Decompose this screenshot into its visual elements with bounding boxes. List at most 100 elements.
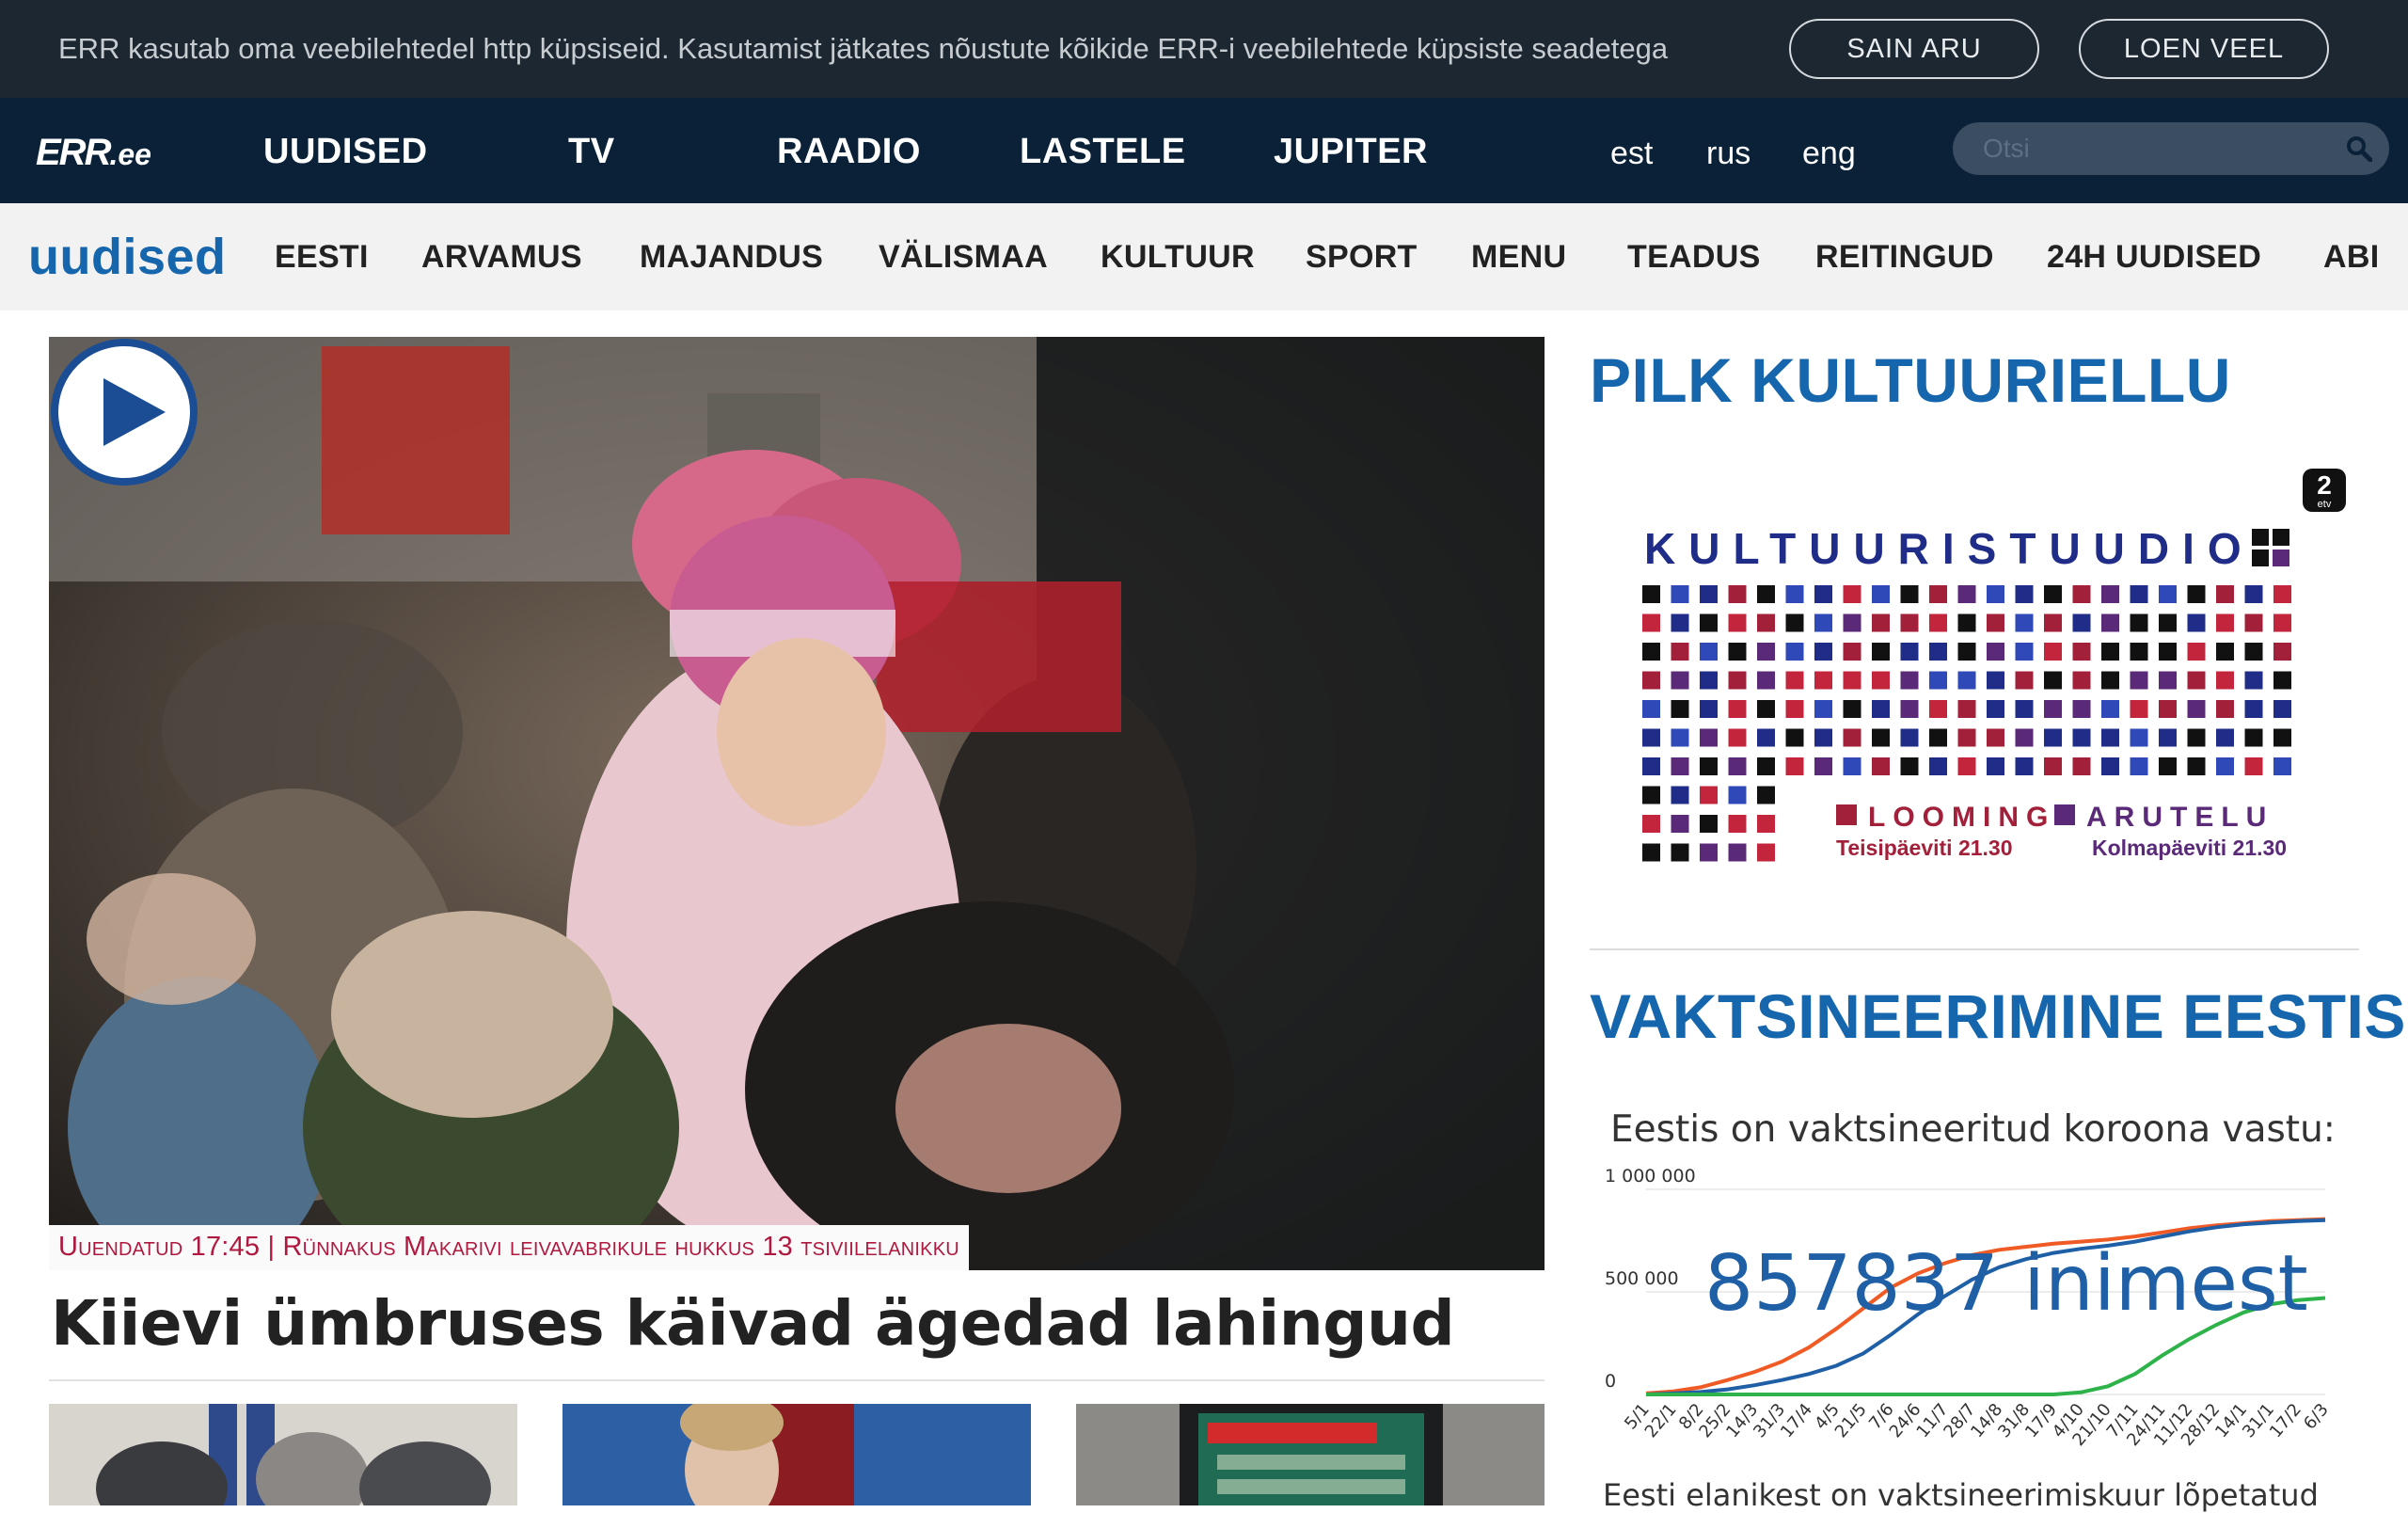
section-brand-uudised[interactable]: uudised [28,228,227,286]
pattern-square [1814,700,1832,718]
section-navigation: uudised EESTI ARVAMUS MAJANDUS VÄLISMAA … [0,203,2408,311]
pattern-square [1814,613,1832,632]
pattern-square [1671,728,1689,747]
pattern-square [2252,529,2269,546]
pattern-square [2244,671,2263,690]
nav-item-uudised[interactable]: UUDISED [263,132,428,172]
promo-tag-looming-label: LOOMING [1868,802,2056,833]
hero-headline[interactable]: Kiievi ümbruses käivad ägedad lahingud [51,1287,1455,1360]
pattern-square [1900,585,1919,603]
pattern-square [1700,643,1718,661]
pattern-square [1987,700,2004,718]
lang-rus[interactable]: rus [1706,135,1751,172]
pattern-square [2216,643,2234,661]
y-tick-label: 1 000 000 [1605,1166,1696,1187]
pattern-square [1700,843,1718,862]
pattern-square [2216,757,2234,775]
pattern-square [2044,757,2062,775]
pattern-square [2216,700,2234,718]
pattern-square [2187,671,2206,690]
article-thumbnail[interactable] [49,1404,517,1505]
pattern-square [2015,671,2034,690]
pattern-square [1757,585,1775,603]
pattern-square [2015,757,2034,775]
divider [49,1379,1545,1381]
pattern-square [1757,728,1775,747]
article-thumbnail[interactable] [562,1404,1031,1505]
subnav-item-arvamus[interactable]: ARVAMUS [421,239,582,276]
lang-eng[interactable]: eng [1802,135,1856,172]
subnav-item-kultuur[interactable]: KULTUUR [1101,239,1255,276]
pattern-square [1814,643,1832,661]
search-input[interactable] [1983,132,2340,166]
pattern-square [1671,671,1689,690]
article-thumbnail-image [1076,1404,1545,1505]
pattern-square [2273,700,2291,718]
pattern-square [2130,728,2148,747]
logo-suffix: .ee [109,137,151,171]
pattern-square [2187,728,2206,747]
pattern-square [1843,700,1861,718]
promo-tag-looming: LOOMING [1836,802,2055,834]
pattern-square [1785,643,1804,661]
pattern-square [2187,757,2206,775]
pattern-square [1814,585,1832,603]
subnav-item-teadus[interactable]: TEADUS [1627,239,1761,276]
article-thumbnail[interactable] [1076,1404,1545,1505]
nav-item-lastele[interactable]: LASTELE [1020,132,1186,172]
subnav-item-majandus[interactable]: MAJANDUS [640,239,823,276]
pattern-square [2015,585,2034,603]
hero-article-image[interactable]: Uuendatud 17:45 | Rünnakus Makarivi leiv… [49,337,1545,1270]
subnav-item-menu[interactable]: MENU [1471,239,1566,276]
pattern-square [1671,643,1689,661]
err-logo[interactable]: ERR.ee [36,132,151,174]
pattern-square [2044,700,2062,718]
pattern-square [2101,643,2119,661]
pattern-square [1642,643,1660,661]
cookie-agree-button[interactable]: SAIN ARU [1789,19,2039,79]
pattern-square [1900,700,1919,718]
pattern-square [2187,643,2206,661]
pattern-square [2130,613,2148,632]
pattern-square [1929,728,1947,747]
subnav-item-sport[interactable]: SPORT [1306,239,1418,276]
subnav-item-reitingud[interactable]: REITINGUD [1815,239,1994,276]
pattern-square [2216,613,2234,632]
lang-est[interactable]: est [1610,135,1653,172]
pattern-square [1843,585,1861,603]
pattern-square [1757,643,1775,661]
subnav-item-24h-uudised[interactable]: 24H UUDISED [2047,239,2261,276]
pattern-square [1700,700,1718,718]
pattern-square [1957,643,1976,661]
pattern-square [2216,585,2234,603]
pattern-square [1957,757,1976,775]
nav-item-raadio[interactable]: RAADIO [777,132,921,172]
pattern-square [1728,815,1747,833]
subnav-item-eesti[interactable]: EESTI [275,239,369,276]
pattern-square [1929,757,1947,775]
pattern-square [1872,728,1890,747]
cookie-read-more-button[interactable]: LOEN VEEL [2079,19,2329,79]
pattern-square [2159,643,2177,661]
subnav-item-valismaa[interactable]: VÄLISMAA [879,239,1048,276]
etv2-logo-icon: 2 etv [2303,469,2346,512]
vaccination-chart[interactable]: 1 000 000500 00005/122/18/225/214/331/31… [1599,1159,2352,1470]
pattern-square [1957,728,1976,747]
section-title-vaktsineerimine[interactable]: VAKTSINEERIMINE EESTIS [1590,980,2406,1052]
cookie-banner: ERR kasutab oma veebilehtedel http küpsi… [0,0,2408,98]
pattern-square [1785,757,1804,775]
pattern-square [1957,613,1976,632]
pattern-square [2130,700,2148,718]
search-icon[interactable] [2346,135,2372,162]
nav-item-tv[interactable]: TV [568,132,615,172]
section-title-pilk-kultuuriellu[interactable]: PILK KULTUURIELLU [1590,344,2231,416]
pattern-square [1757,700,1775,718]
play-video-icon[interactable] [49,337,199,487]
pattern-square [2187,585,2206,603]
pattern-square [1642,815,1660,833]
pattern-square [2130,757,2148,775]
nav-item-jupiter[interactable]: JUPITER [1274,132,1428,172]
pattern-square [2072,757,2091,775]
subnav-item-abi[interactable]: ABI [2323,239,2379,276]
hero-caption[interactable]: Uuendatud 17:45 | Rünnakus Makarivi leiv… [49,1225,969,1270]
